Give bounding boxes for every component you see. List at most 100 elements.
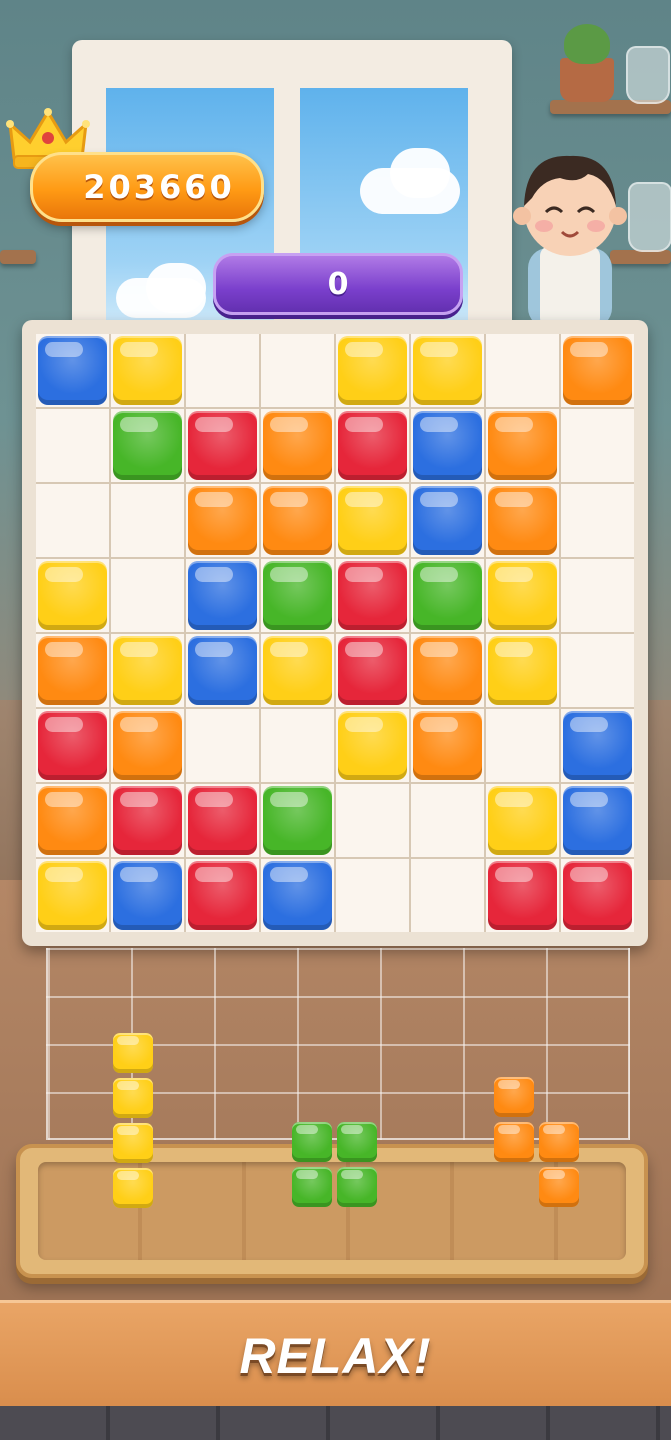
board-cell[interactable]: [486, 859, 559, 932]
board-cell[interactable]: [36, 334, 109, 407]
plant: [564, 24, 610, 64]
jar: [628, 182, 671, 252]
yellow-piece-block: [113, 1123, 153, 1163]
bottom-banner: RELAX!: [0, 1300, 671, 1409]
board-cell[interactable]: [186, 709, 259, 782]
board-grid: [36, 334, 634, 932]
banner-text: RELAX!: [239, 1328, 432, 1384]
game-board: [22, 320, 648, 946]
board-cell[interactable]: [486, 409, 559, 482]
orange-block: [488, 411, 557, 480]
board-cell[interactable]: [411, 484, 484, 557]
board-cell[interactable]: [336, 484, 409, 557]
board-cell[interactable]: [411, 634, 484, 707]
board-cell[interactable]: [411, 709, 484, 782]
board-cell[interactable]: [561, 559, 634, 632]
orange-block: [413, 711, 482, 780]
board-cell[interactable]: [186, 784, 259, 857]
board-cell[interactable]: [411, 334, 484, 407]
blue-block: [413, 411, 482, 480]
board-cell[interactable]: [111, 409, 184, 482]
board-cell[interactable]: [111, 484, 184, 557]
board-cell[interactable]: [186, 559, 259, 632]
board-cell[interactable]: [336, 334, 409, 407]
blue-block: [563, 711, 632, 780]
orange-piece-block: [494, 1077, 534, 1117]
board-cell[interactable]: [261, 859, 334, 932]
board-cell[interactable]: [561, 859, 634, 932]
board-cell[interactable]: [111, 334, 184, 407]
red-block: [488, 861, 557, 930]
yellow-block: [338, 486, 407, 555]
board-cell[interactable]: [36, 709, 109, 782]
red-block: [188, 861, 257, 930]
board-cell[interactable]: [111, 559, 184, 632]
board-cell[interactable]: [486, 559, 559, 632]
board-cell[interactable]: [261, 559, 334, 632]
board-cell[interactable]: [111, 709, 184, 782]
blue-block: [113, 861, 182, 930]
board-cell[interactable]: [111, 784, 184, 857]
board-cell[interactable]: [186, 334, 259, 407]
blue-block: [188, 561, 257, 630]
board-cell[interactable]: [336, 709, 409, 782]
board-cell[interactable]: [561, 784, 634, 857]
board-cell[interactable]: [336, 634, 409, 707]
board-cell[interactable]: [561, 634, 634, 707]
orange-block: [38, 786, 107, 855]
yellow-block: [488, 561, 557, 630]
board-cell[interactable]: [486, 334, 559, 407]
red-block: [188, 786, 257, 855]
board-cell[interactable]: [186, 859, 259, 932]
orange-block: [38, 636, 107, 705]
board-cell[interactable]: [36, 784, 109, 857]
board-cell[interactable]: [486, 784, 559, 857]
jar: [626, 46, 670, 104]
board-cell[interactable]: [486, 634, 559, 707]
board-cell[interactable]: [261, 784, 334, 857]
board-cell[interactable]: [561, 484, 634, 557]
board-cell[interactable]: [411, 859, 484, 932]
board-cell[interactable]: [36, 634, 109, 707]
board-cell[interactable]: [261, 334, 334, 407]
board-cell[interactable]: [111, 634, 184, 707]
yellow-block: [488, 636, 557, 705]
board-cell[interactable]: [186, 634, 259, 707]
board-cell[interactable]: [486, 709, 559, 782]
board-cell[interactable]: [36, 559, 109, 632]
yellow-block: [413, 336, 482, 405]
blue-block: [188, 636, 257, 705]
board-cell[interactable]: [36, 859, 109, 932]
board-cell[interactable]: [411, 409, 484, 482]
board-cell[interactable]: [411, 559, 484, 632]
board-cell[interactable]: [261, 634, 334, 707]
orange-block: [413, 636, 482, 705]
board-cell[interactable]: [186, 484, 259, 557]
board-cell[interactable]: [336, 559, 409, 632]
board-cell[interactable]: [336, 859, 409, 932]
board-cell[interactable]: [561, 334, 634, 407]
board-cell[interactable]: [561, 709, 634, 782]
board-cell[interactable]: [186, 409, 259, 482]
green-block: [413, 561, 482, 630]
yellow-piece-block: [113, 1033, 153, 1073]
board-cell[interactable]: [486, 484, 559, 557]
green-piece-block: [337, 1167, 377, 1207]
board-cell[interactable]: [261, 484, 334, 557]
board-cell[interactable]: [261, 709, 334, 782]
current-score-bar: 0: [213, 253, 463, 315]
board-cell[interactable]: [261, 409, 334, 482]
yellow-piece-block: [113, 1168, 153, 1208]
green-block: [263, 786, 332, 855]
board-cell[interactable]: [411, 784, 484, 857]
blue-block: [413, 486, 482, 555]
board-cell[interactable]: [111, 859, 184, 932]
board-cell[interactable]: [336, 784, 409, 857]
board-cell[interactable]: [561, 409, 634, 482]
yellow-block: [38, 561, 107, 630]
board-cell[interactable]: [36, 484, 109, 557]
green-piece-block: [292, 1122, 332, 1162]
board-cell[interactable]: [36, 409, 109, 482]
board-cell[interactable]: [336, 409, 409, 482]
best-score-value: 203660: [83, 168, 235, 206]
